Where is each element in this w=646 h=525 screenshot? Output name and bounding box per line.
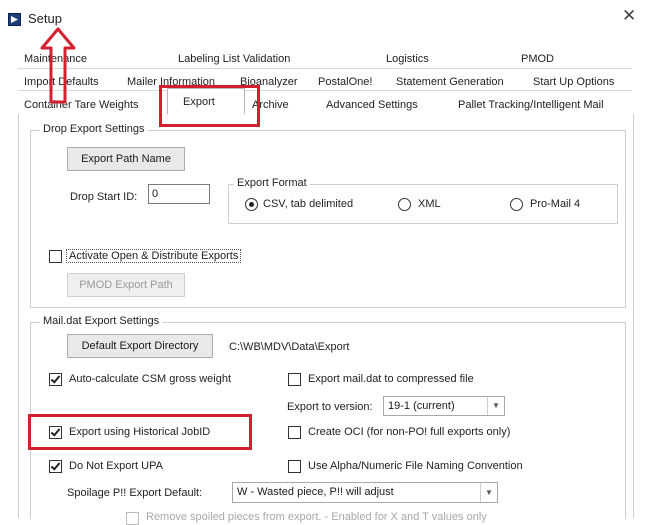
window-title: Setup: [28, 11, 62, 26]
format-promail-label: Pro-Mail 4: [530, 198, 581, 210]
create-oci-checkbox[interactable]: [288, 426, 301, 439]
spoilage-default-label: Spoilage P!! Export Default:: [67, 487, 203, 499]
no-export-upa-checkbox[interactable]: [49, 460, 62, 473]
export-version-select[interactable]: 19-1 (current) ▼: [383, 396, 505, 416]
pmod-export-path-button[interactable]: PMOD Export Path: [67, 273, 185, 297]
alpha-numeric-naming-label: Use Alpha/Numeric File Naming Convention: [308, 460, 523, 472]
title-bar: Setup ✕: [0, 0, 646, 38]
export-version-value: 19-1 (current): [388, 400, 455, 412]
drop-start-id-label: Drop Start ID:: [70, 191, 138, 203]
export-version-label: Export to version:: [287, 401, 373, 413]
export-path-name-button[interactable]: Export Path Name: [67, 147, 185, 171]
up-arrow-annotation: [40, 27, 76, 104]
remove-spoiled-label: Remove spoiled pieces from export. - Ena…: [146, 511, 487, 523]
auto-calc-csm-label: Auto-calculate CSM gross weight: [69, 373, 232, 385]
historical-jobid-highlight: [28, 414, 252, 450]
tab-postalone[interactable]: PostalOne!: [318, 76, 372, 88]
default-export-directory-button[interactable]: Default Export Directory: [67, 334, 213, 358]
drop-start-id-input[interactable]: 0: [148, 184, 210, 204]
spoilage-default-value: W - Wasted piece, P!! will adjust: [237, 486, 394, 498]
tab-advanced-settings[interactable]: Advanced Settings: [326, 99, 418, 111]
format-csv-label: CSV, tab delimited: [263, 198, 354, 210]
format-csv-radio[interactable]: [245, 198, 258, 211]
default-export-directory-value: C:\WB\MDV\Data\Export: [229, 341, 350, 353]
format-xml-label: XML: [418, 198, 441, 210]
spoilage-default-select[interactable]: W - Wasted piece, P!! will adjust ▼: [232, 482, 498, 503]
format-promail-radio[interactable]: [510, 198, 523, 211]
maildat-export-group-label: Mail.dat Export Settings: [40, 315, 163, 327]
setup-app-icon: [8, 13, 21, 26]
close-icon[interactable]: ✕: [622, 6, 636, 26]
remove-spoiled-checkbox[interactable]: [126, 512, 139, 525]
format-xml-radio[interactable]: [398, 198, 411, 211]
activate-exports-checkbox[interactable]: [49, 250, 62, 263]
tab-row-divider: [18, 90, 632, 91]
drop-export-group-label: Drop Export Settings: [40, 123, 148, 135]
tab-logistics[interactable]: Logistics: [386, 53, 429, 65]
tab-pmod[interactable]: PMOD: [521, 53, 554, 65]
tab-labeling-list-validation[interactable]: Labeling List Validation: [178, 53, 290, 65]
chevron-down-icon: ▼: [487, 397, 504, 415]
alpha-numeric-naming-checkbox[interactable]: [288, 460, 301, 473]
auto-calc-csm-checkbox[interactable]: [49, 373, 62, 386]
activate-exports-label[interactable]: Activate Open & Distribute Exports: [66, 249, 242, 263]
chevron-down-icon: ▼: [480, 483, 497, 502]
tab-start-up-options[interactable]: Start Up Options: [533, 76, 614, 88]
compressed-file-checkbox[interactable]: [288, 373, 301, 386]
tab-row-divider: [18, 68, 632, 69]
export-tab-highlight: [159, 85, 260, 127]
compressed-file-label: Export mail.dat to compressed file: [308, 373, 474, 385]
tab-statement-generation[interactable]: Statement Generation: [396, 76, 504, 88]
no-export-upa-label: Do Not Export UPA: [69, 460, 163, 472]
export-format-label: Export Format: [234, 177, 310, 189]
create-oci-label: Create OCI (for non-PO! full exports onl…: [308, 426, 511, 438]
tab-pallet-tracking[interactable]: Pallet Tracking/Intelligent Mail: [458, 99, 604, 111]
